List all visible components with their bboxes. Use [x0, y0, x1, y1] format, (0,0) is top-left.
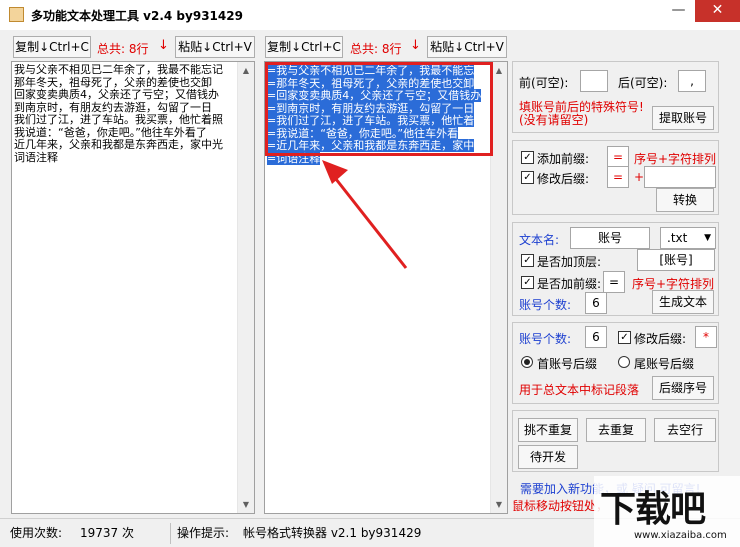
close-button[interactable]: ✕	[695, 0, 740, 22]
add-top-checkbox[interactable]: ✓	[521, 254, 534, 267]
extension-select[interactable]: .txt ▼	[660, 227, 716, 249]
scroll-up-icon[interactable]: ▲	[491, 62, 507, 79]
top-layer-input[interactable]: [账号]	[637, 249, 715, 271]
pending-button[interactable]: 待开发	[518, 445, 578, 469]
suffix-modify-checkbox[interactable]: ✓	[618, 331, 631, 344]
left-paste-button[interactable]: 粘贴↓Ctrl+V	[175, 36, 255, 58]
watermark: 下载吧 www.xiazaiba.com	[594, 476, 740, 547]
left-line: 我们过了江，进了车站。我买票，他忙着照	[14, 113, 223, 126]
left-line: 词语注释	[14, 150, 58, 164]
modify-suffix-label: 修改后缀:	[537, 172, 590, 186]
file-add-prefix-checkbox[interactable]: ✓	[521, 276, 534, 289]
left-line: 回家变卖典质4，父亲还了亏空；又借钱办	[14, 88, 219, 101]
file-count-input[interactable]: 6	[585, 292, 607, 314]
status-divider	[170, 523, 171, 544]
last-suffix-radio[interactable]	[618, 356, 630, 368]
add-prefix-input[interactable]: =	[607, 146, 629, 168]
window-title: 多功能文本处理工具 v2.4 by931429	[31, 9, 243, 23]
convert-button[interactable]: 转换	[656, 188, 714, 212]
filename-input[interactable]: 账号	[570, 227, 650, 249]
suffix-input[interactable]: ,	[678, 70, 706, 92]
add-top-label: 是否加顶层:	[537, 255, 602, 269]
suffix-count-label: 账号个数:	[519, 332, 572, 346]
scroll-down-icon[interactable]: ▼	[491, 496, 507, 513]
file-add-prefix-label: 是否加前缀:	[537, 277, 602, 291]
add-prefix-label: 添加前缀:	[537, 152, 590, 166]
modify-suffix-input[interactable]: =	[607, 166, 629, 188]
left-line: 近几年来，父亲和我都是东奔西走，家中光	[14, 138, 223, 151]
suffix-extra-input[interactable]	[644, 166, 716, 188]
suffix-modify-input[interactable]: *	[695, 326, 717, 348]
right-paste-button[interactable]: 粘贴↓Ctrl+V	[427, 36, 507, 58]
suffix-modify-label: 修改后缀:	[634, 332, 687, 346]
extract-account-button[interactable]: 提取账号	[652, 106, 714, 130]
annotation-highlight-box	[265, 62, 493, 156]
file-count-label: 账号个数:	[519, 298, 572, 312]
prefix-label: 前(可空):	[519, 76, 569, 90]
tip-value: 帐号格式转换器 v2.1 by931429	[243, 526, 422, 540]
last-suffix-label: 尾账号后缀	[634, 357, 695, 371]
extension-value: .txt	[667, 231, 688, 245]
prefix-order-hint: 序号+字符排列	[634, 152, 717, 166]
left-down-arrow-icon: ↓	[158, 38, 169, 53]
remove-duplicate-button[interactable]: 去重复	[586, 418, 646, 442]
usage-count-label: 使用次数:	[10, 526, 63, 540]
generate-text-button[interactable]: 生成文本	[652, 290, 714, 314]
minimize-button[interactable]: —	[665, 0, 692, 22]
prefix-input[interactable]	[580, 70, 608, 92]
watermark-logo: 下载吧	[600, 489, 706, 530]
left-total-lines: 总共: 8行	[97, 42, 149, 56]
paragraph-mark-hint: 用于总文本中标记段落	[519, 383, 640, 397]
right-copy-button[interactable]: 复制↓Ctrl+C	[265, 36, 343, 58]
extract-hint-optional: (没有请留空)	[519, 113, 589, 127]
scroll-up-icon[interactable]: ▲	[238, 62, 254, 79]
first-suffix-label: 首账号后缀	[537, 357, 598, 371]
tip-label: 操作提示:	[177, 526, 230, 540]
app-icon	[9, 7, 24, 22]
title-bar: 多功能文本处理工具 v2.4 by931429 — ✕	[0, 0, 740, 30]
usage-count-value: 19737 次	[80, 526, 134, 540]
right-total-lines: 总共: 8行	[350, 42, 402, 56]
filename-label: 文本名:	[519, 233, 560, 247]
suffix-label: 后(可空):	[618, 76, 668, 90]
left-copy-button[interactable]: 复制↓Ctrl+C	[13, 36, 91, 58]
scroll-down-icon[interactable]: ▼	[238, 496, 254, 513]
file-prefix-input[interactable]: =	[603, 271, 625, 293]
first-suffix-radio[interactable]	[521, 356, 533, 368]
remove-blank-lines-button[interactable]: 去空行	[654, 418, 716, 442]
chevron-down-icon: ▼	[704, 233, 711, 243]
pick-unique-button[interactable]: 挑不重复	[518, 418, 578, 442]
suffix-count-input[interactable]: 6	[585, 326, 607, 348]
annotation-arrow-icon	[322, 160, 408, 269]
add-prefix-checkbox[interactable]: ✓	[521, 151, 534, 164]
left-line: 我与父亲不相见已二年余了，我最不能忘记	[14, 64, 223, 76]
left-text-area[interactable]: 我与父亲不相见已二年余了，我最不能忘记 那年冬天，祖母死了，父亲的差使也交卸 回…	[11, 61, 255, 514]
left-scrollbar[interactable]: ▲ ▼	[237, 62, 254, 513]
suffix-seq-button[interactable]: 后缀序号	[652, 376, 714, 400]
right-down-arrow-icon: ↓	[410, 38, 421, 53]
plus-sign: +	[634, 170, 645, 184]
modify-suffix-checkbox[interactable]: ✓	[521, 171, 534, 184]
watermark-url: www.xiazaiba.com	[634, 530, 727, 541]
